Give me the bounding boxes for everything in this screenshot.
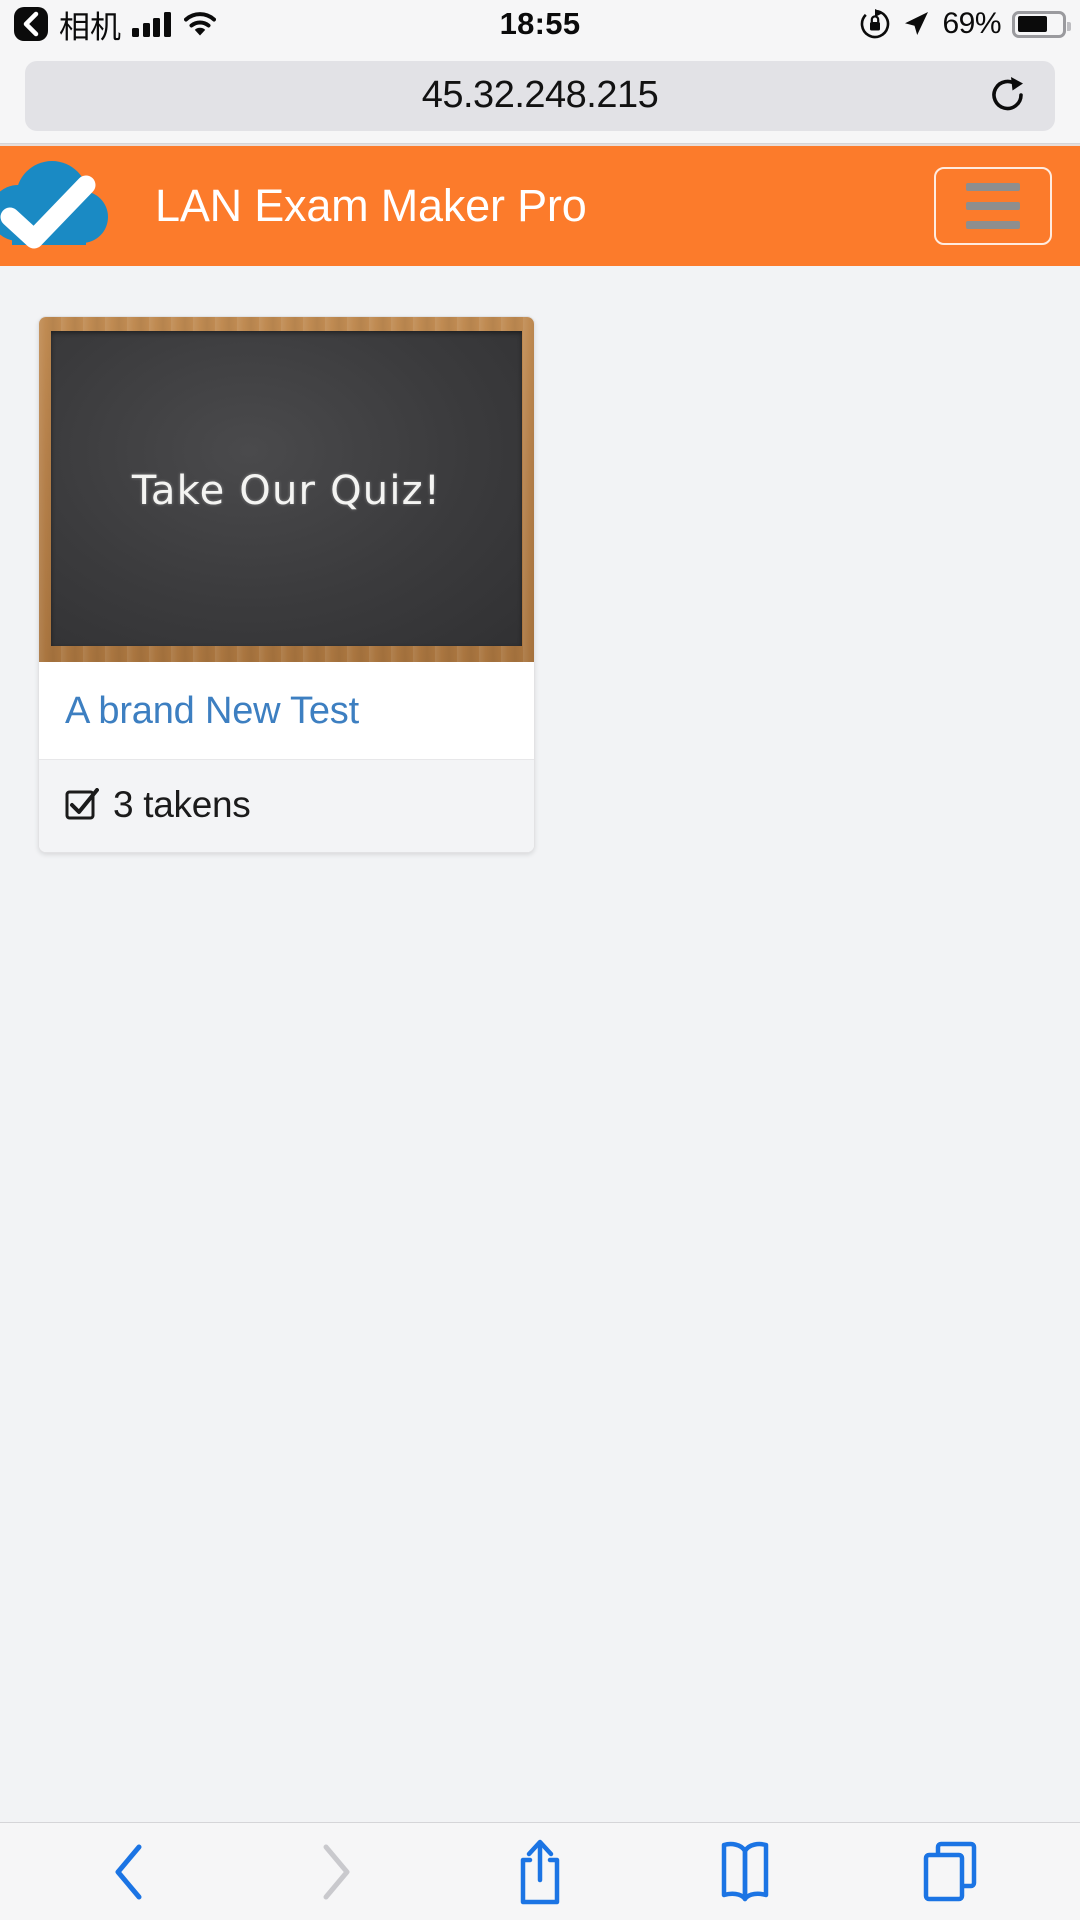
chevron-right-icon	[323, 1844, 350, 1899]
quiz-title-link[interactable]: A brand New Test	[65, 690, 359, 732]
share-button[interactable]	[485, 1829, 595, 1915]
tabs-button[interactable]	[895, 1829, 1005, 1915]
chalkboard-thumbnail[interactable]: Take Our Quiz!	[39, 317, 534, 662]
bookmarks-button[interactable]	[690, 1829, 800, 1915]
quiz-card[interactable]: Take Our Quiz! A brand New Test 3 takens	[38, 316, 535, 853]
forward-button	[280, 1829, 390, 1915]
url-text: 45.32.248.215	[421, 74, 659, 116]
quiz-card-footer-row: 3 takens	[39, 760, 534, 852]
chalkboard-text: Take Our Quiz!	[131, 467, 442, 514]
share-icon	[520, 1839, 560, 1904]
browser-url-bar: 45.32.248.215	[0, 48, 1080, 144]
address-bar[interactable]: 45.32.248.215	[25, 60, 1055, 131]
status-bar-right: 69%	[860, 0, 1071, 48]
rotation-lock-icon	[861, 9, 890, 39]
chevron-left-icon	[115, 1844, 142, 1899]
book-icon	[721, 1841, 769, 1901]
browser-bottom-toolbar	[0, 1822, 1080, 1920]
hamburger-menu-button[interactable]	[934, 167, 1052, 245]
quiz-card-title-row: A brand New Test	[39, 662, 534, 760]
status-bar: 相机 18:55 69%	[0, 0, 1080, 48]
app-title: LAN Exam Maker Pro	[155, 180, 587, 231]
hamburger-menu-icon-bar	[966, 221, 1020, 229]
battery-icon	[1012, 10, 1071, 38]
reload-icon	[992, 76, 1023, 110]
app-header: LAN Exam Maker Pro	[0, 144, 1080, 266]
tabs-icon	[923, 1841, 976, 1901]
checkbox-checked-icon	[65, 788, 99, 820]
hamburger-menu-icon-bar	[966, 183, 1020, 191]
page-content: Take Our Quiz! A brand New Test 3 takens	[0, 266, 1080, 1822]
hamburger-menu-icon-bar	[966, 202, 1020, 210]
chalkboard-surface: Take Our Quiz!	[51, 331, 522, 646]
reload-button[interactable]	[987, 74, 1031, 118]
back-button[interactable]	[75, 1829, 185, 1915]
location-arrow-icon	[905, 12, 929, 35]
takens-count-label: 3 takens	[113, 784, 251, 825]
battery-percent-label: 69%	[942, 7, 1001, 40]
cloud-check-logo-icon[interactable]	[0, 151, 112, 261]
